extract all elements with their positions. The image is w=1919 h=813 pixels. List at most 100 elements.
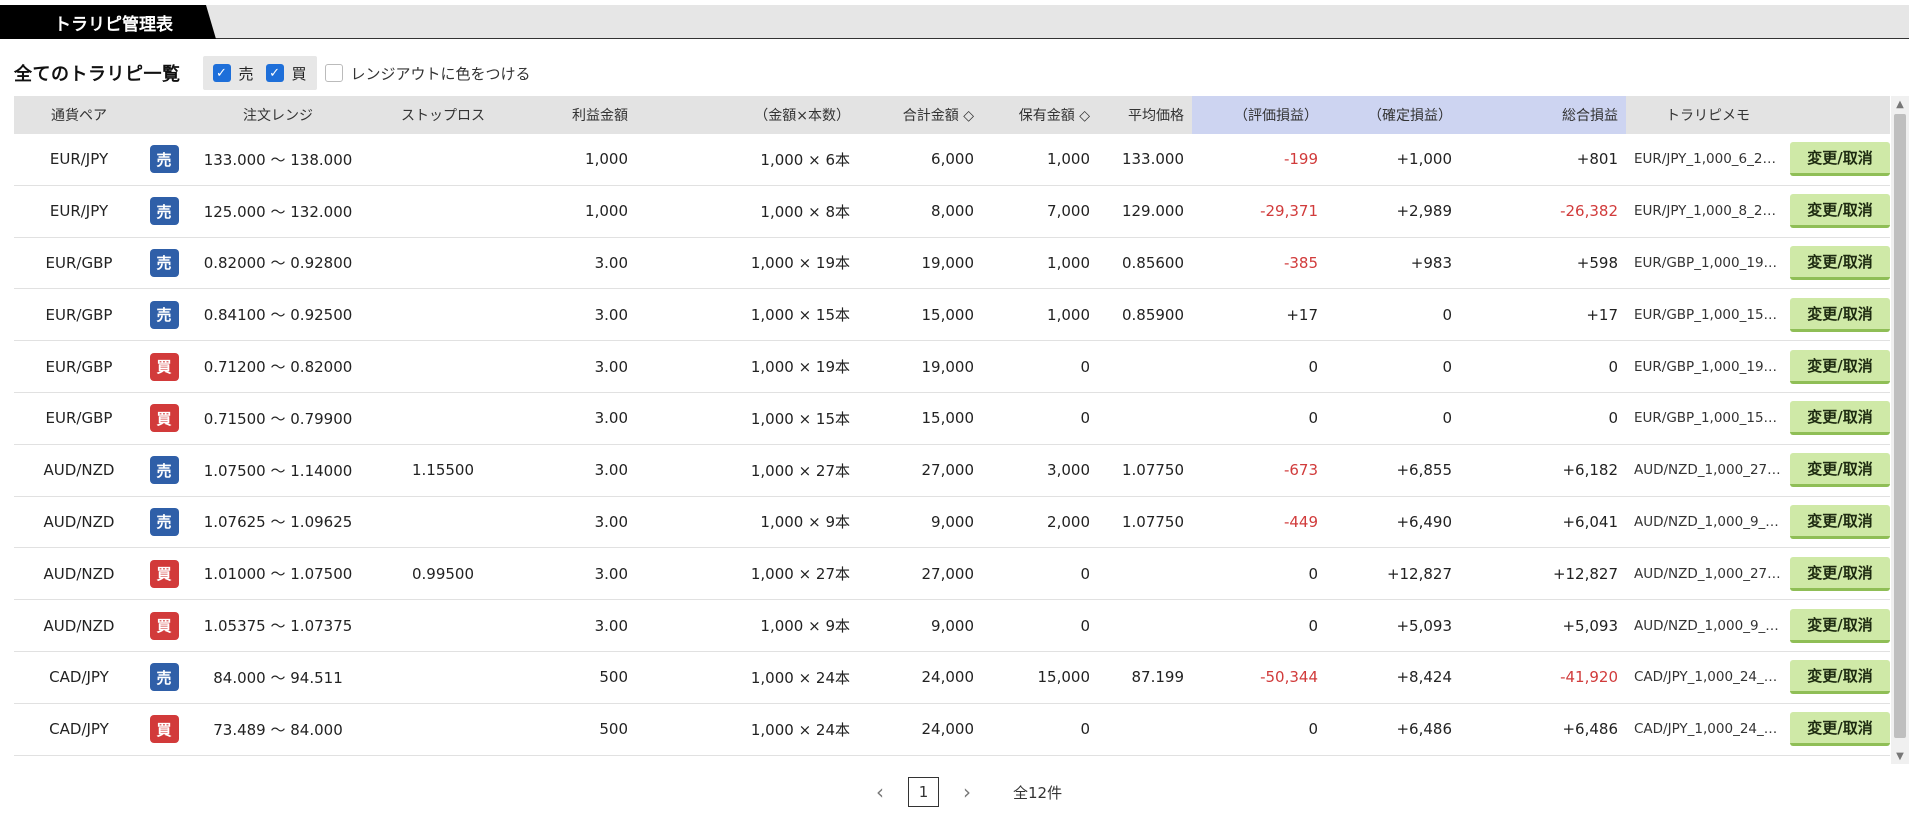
app-root: トラリピ管理表 全てのトラリピ一覧 ✓ 売 ✓ 買 レンジアウトに色をつける 通… — [0, 0, 1919, 813]
cell-action: 変更/取消 — [1790, 600, 1890, 651]
cell-eval: 0 — [1308, 564, 1318, 583]
cell-range: 1.07500 〜 1.14000 — [203, 461, 353, 480]
cell-profit: 500 — [599, 720, 628, 739]
modify-cancel-button[interactable]: 変更/取消 — [1790, 504, 1890, 539]
cell-pair: CAD/JPY — [49, 668, 109, 687]
cell-confirmed: +5,093 — [1396, 616, 1452, 635]
cell-sum: 0 — [1608, 357, 1618, 376]
range-out-color-checkbox[interactable]: レンジアウトに色をつける — [324, 63, 531, 84]
modify-cancel-button[interactable]: 変更/取消 — [1790, 142, 1890, 177]
prev-page-icon[interactable]: ‹ — [870, 780, 890, 804]
cell-sum: +801 — [1576, 150, 1618, 169]
table-row: CAD/JPY 買 73.489 〜 84.000 500 1,000 × 24本 24,… — [14, 704, 1890, 756]
cell-amount: 1,000 × 24本 — [750, 720, 850, 739]
cell-profit: 3.00 — [594, 616, 628, 635]
modify-cancel-button[interactable]: 変更/取消 — [1790, 245, 1890, 280]
cell-avg: 129.000 — [1121, 202, 1184, 221]
memo-text: AUD/NZD_1,000_27… — [1634, 462, 1781, 479]
modify-cancel-button[interactable]: 変更/取消 — [1790, 608, 1890, 643]
cell-confirmed: +8,424 — [1396, 668, 1452, 687]
sell-filter-checkbox[interactable]: ✓ 売 — [212, 63, 254, 84]
modify-cancel-button[interactable]: 変更/取消 — [1790, 453, 1890, 488]
cell-action: 変更/取消 — [1790, 238, 1890, 289]
scroll-down-icon[interactable]: ▼ — [1891, 748, 1909, 764]
cell-amount: 1,000 × 6本 — [760, 150, 850, 169]
table-header: 通貨ペア 注文レンジ ストップロス 利益金額 （金額×本数） 合計金額 ◇ 保有… — [14, 96, 1890, 134]
modify-cancel-button[interactable]: 変更/取消 — [1790, 349, 1890, 384]
buy-badge: 買 — [149, 404, 179, 433]
cell-amount: 1,000 × 27本 — [750, 565, 850, 584]
col-total-sort[interactable]: 合計金額 ◇ — [866, 96, 982, 134]
cell-range: 0.71200 〜 0.82000 — [203, 358, 353, 377]
buy-badge: 買 — [149, 559, 179, 588]
table-row: AUD/NZD 買 1.01000 〜 1.07500 0.99500 3.00 1,00… — [14, 548, 1890, 601]
cell-hold: 0 — [1080, 720, 1090, 739]
cell-hold: 15,000 — [1037, 668, 1091, 687]
cell-side: 売 — [144, 445, 184, 496]
table-scrollbar[interactable]: ▲ ▼ — [1891, 96, 1909, 764]
cell-total: 8,000 — [931, 202, 974, 221]
cell-hold: 2,000 — [1047, 512, 1090, 531]
cell-total: 19,000 — [921, 253, 975, 272]
col-hold-sort[interactable]: 保有金額 ◇ — [982, 96, 1098, 134]
cell-stop: 1.15500 — [411, 461, 475, 480]
cell-confirmed: +6,855 — [1396, 461, 1452, 480]
scroll-thumb[interactable] — [1894, 114, 1906, 738]
filter-row: 全てのトラリピ一覧 ✓ 売 ✓ 買 レンジアウトに色をつける — [14, 56, 531, 90]
cell-memo: EUR/GBP_1,000_19… — [1626, 238, 1790, 289]
cell-memo: CAD/JPY_1,000_24_… — [1626, 652, 1790, 703]
cell-eval: 0 — [1308, 357, 1318, 376]
col-avg: 平均価格 — [1128, 108, 1184, 124]
sell-badge: 売 — [149, 300, 179, 329]
col-pair: 通貨ペア — [51, 108, 107, 124]
table-row: EUR/GBP 買 0.71500 〜 0.79900 3.00 1,000 × 15本… — [14, 393, 1890, 445]
cell-action: 変更/取消 — [1790, 289, 1890, 340]
modify-cancel-button[interactable]: 変更/取消 — [1790, 660, 1890, 695]
cell-profit: 3.00 — [594, 409, 628, 428]
cell-hold: 1,000 — [1047, 305, 1090, 324]
scroll-up-icon[interactable]: ▲ — [1891, 96, 1909, 112]
buy-badge: 買 — [149, 715, 179, 744]
tab-label: トラリピ管理表 — [54, 14, 173, 35]
cell-action: 変更/取消 — [1790, 341, 1890, 392]
modify-cancel-button[interactable]: 変更/取消 — [1790, 297, 1890, 332]
modify-cancel-button[interactable]: 変更/取消 — [1790, 712, 1890, 747]
cell-memo: EUR/JPY_1,000_8_2… — [1626, 186, 1790, 237]
cell-memo: AUD/NZD_1,000_27… — [1626, 445, 1790, 496]
cell-amount: 1,000 × 15本 — [750, 409, 850, 428]
buy-filter-checkbox[interactable]: ✓ 買 — [265, 63, 307, 84]
tab-torarepi-table[interactable]: トラリピ管理表 — [0, 5, 216, 39]
cell-total: 27,000 — [921, 564, 975, 583]
col-memo: トラリピメモ — [1666, 108, 1750, 124]
modify-cancel-button[interactable]: 変更/取消 — [1790, 194, 1890, 229]
table-row: AUD/NZD 買 1.05375 〜 1.07375 3.00 1,000 × 9本 9… — [14, 600, 1890, 652]
sell-badge: 売 — [149, 507, 179, 536]
col-range: 注文レンジ — [243, 108, 313, 124]
modify-cancel-button[interactable]: 変更/取消 — [1790, 401, 1890, 436]
tab-bar: トラリピ管理表 — [0, 5, 1909, 39]
cell-pair: EUR/GBP — [45, 253, 113, 272]
cell-confirmed: 0 — [1442, 305, 1452, 324]
next-page-icon[interactable]: › — [957, 780, 977, 804]
page-number-current[interactable]: 1 — [908, 777, 939, 807]
cell-eval: 0 — [1308, 409, 1318, 428]
cell-hold: 1,000 — [1047, 253, 1090, 272]
table-row: AUD/NZD 売 1.07625 〜 1.09625 3.00 1,000 × 9本 9… — [14, 497, 1890, 549]
cell-amount: 1,000 × 27本 — [750, 461, 850, 480]
cell-sum: -41,920 — [1560, 668, 1618, 687]
cell-memo: AUD/NZD_1,000_9_… — [1626, 497, 1790, 548]
cell-side: 買 — [144, 704, 184, 755]
cell-stop — [372, 393, 514, 444]
cell-stop — [372, 341, 514, 392]
cell-side: 買 — [144, 341, 184, 392]
cell-sum: +6,182 — [1562, 461, 1618, 480]
table-row: EUR/GBP 売 0.82000 〜 0.92800 3.00 1,000 × 19本… — [14, 238, 1890, 290]
cell-confirmed: +6,490 — [1396, 512, 1452, 531]
table-row: CAD/JPY 売 84.000 〜 94.511 500 1,000 × 24本 24,… — [14, 652, 1890, 704]
cell-stop — [372, 238, 514, 289]
cell-sum: 0 — [1608, 409, 1618, 428]
modify-cancel-button[interactable]: 変更/取消 — [1790, 556, 1890, 591]
check-icon: ✓ — [212, 64, 231, 82]
cell-avg — [1098, 704, 1192, 755]
cell-eval: -385 — [1283, 253, 1318, 272]
